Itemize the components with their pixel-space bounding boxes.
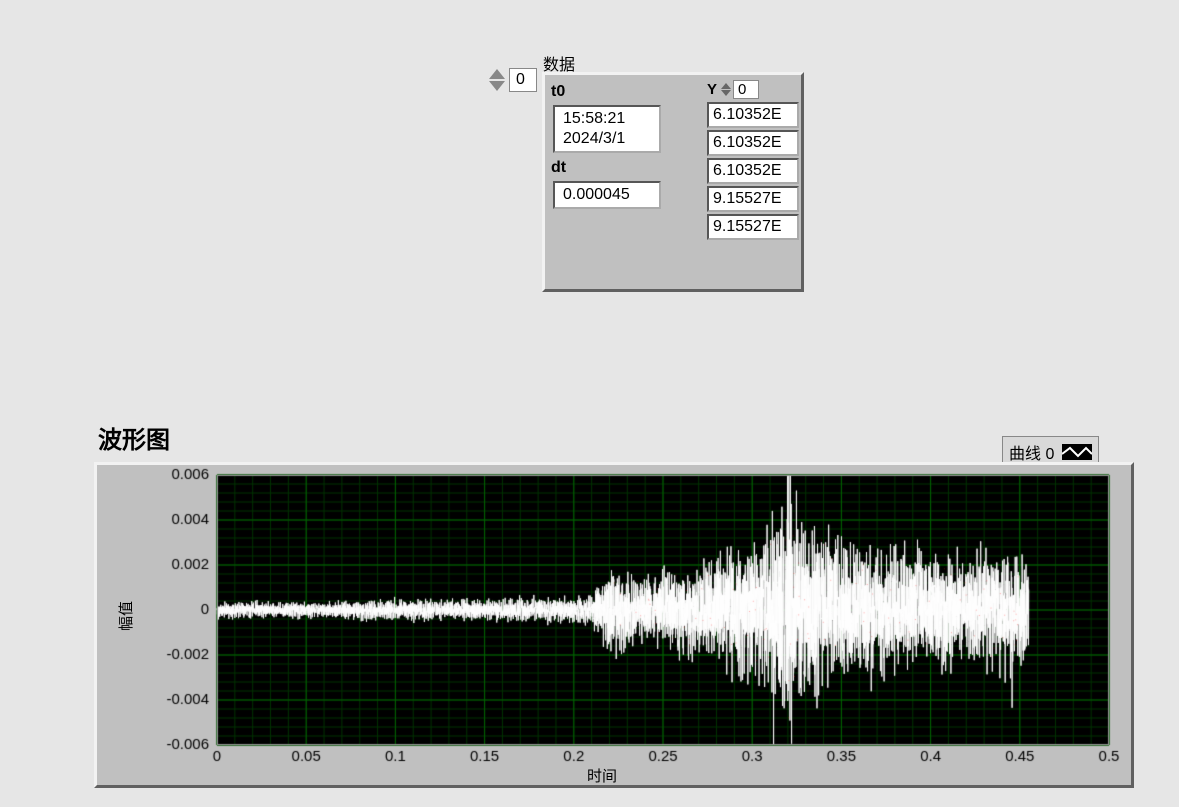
arrow-up-icon[interactable] <box>721 83 731 89</box>
y-array-cell[interactable]: 9.15527E <box>707 214 799 240</box>
graph-title: 波形图 <box>98 420 170 455</box>
y-array-label: Y <box>707 81 717 98</box>
cluster-index-arrows[interactable] <box>489 69 505 91</box>
x-axis-label: 时间 <box>587 765 617 786</box>
y-array: 6.10352E6.10352E6.10352E9.15527E9.15527E <box>707 102 799 240</box>
t0-date: 2024/3/1 <box>563 129 651 149</box>
t0-time: 15:58:21 <box>563 109 651 129</box>
y-array-cell[interactable]: 6.10352E <box>707 130 799 156</box>
y-array-cell[interactable]: 6.10352E <box>707 158 799 184</box>
y-index-value[interactable]: 0 <box>733 80 759 99</box>
graph-plot-area[interactable] <box>97 465 1125 779</box>
y-index-arrows[interactable] <box>721 83 731 96</box>
arrow-up-icon[interactable] <box>489 69 505 79</box>
y-array-cell[interactable]: 6.10352E <box>707 102 799 128</box>
cluster-index-value[interactable]: 0 <box>509 68 537 92</box>
cluster-index-spinner[interactable]: 0 <box>489 68 537 92</box>
arrow-down-icon[interactable] <box>721 90 731 96</box>
legend-line-icon <box>1062 444 1092 460</box>
data-cluster: t0 15:58:21 2024/3/1 dt 0.000045 Y 0 6.1… <box>542 72 804 292</box>
arrow-down-icon[interactable] <box>489 81 505 91</box>
waveform-graph[interactable]: 幅值 时间 <box>94 462 1134 788</box>
y-axis-label: 幅值 <box>115 601 136 631</box>
legend-label: 曲线 0 <box>1009 440 1054 464</box>
dt-value[interactable]: 0.000045 <box>553 181 661 209</box>
t0-value[interactable]: 15:58:21 2024/3/1 <box>553 105 661 153</box>
y-array-cell[interactable]: 9.15527E <box>707 186 799 212</box>
